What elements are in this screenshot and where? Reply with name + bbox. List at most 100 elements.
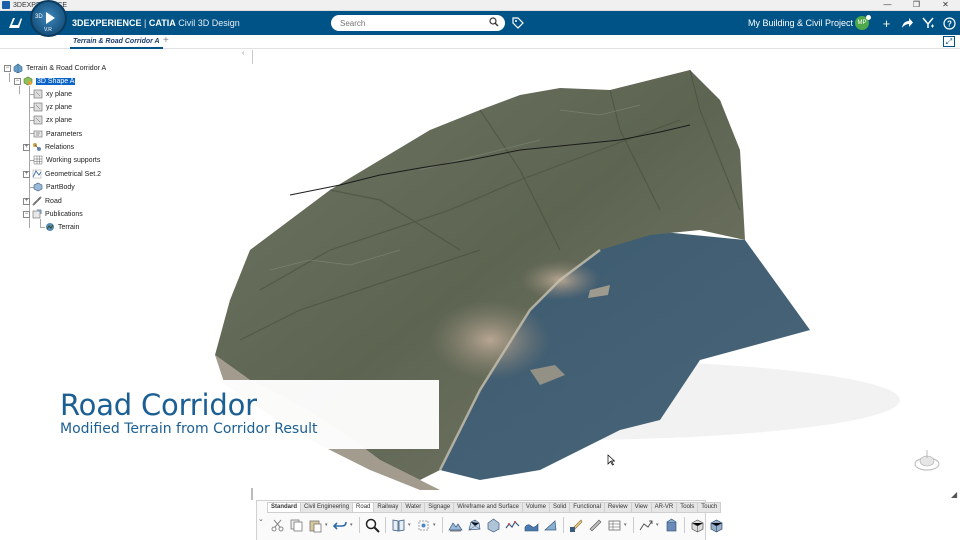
expand-toggle[interactable]: + [23, 170, 30, 178]
copy-icon[interactable] [287, 516, 305, 534]
terrain-icon [46, 223, 54, 231]
urban-area [430, 300, 550, 380]
minimize-button[interactable]: — [873, 0, 902, 10]
3d-shape-icon [23, 76, 33, 86]
compass-widget[interactable]: 3D V.R [30, 0, 67, 37]
tree-panel-divider[interactable] [252, 50, 253, 64]
tab-volume[interactable]: Volume [523, 503, 550, 512]
tree-node-partbody[interactable]: PartBody [33, 181, 75, 193]
play-icon [46, 12, 55, 24]
caption-title: Road Corridor [60, 388, 257, 422]
ruler-tool-icon[interactable] [586, 516, 604, 534]
tab-touch[interactable]: Touch [698, 503, 720, 512]
expand-toggle[interactable]: + [23, 143, 30, 151]
zoom-icon[interactable] [363, 516, 381, 534]
plus-icon[interactable]: + [876, 15, 897, 31]
action-bar-tabs: Standard Civil Engineering Road Railway … [267, 502, 722, 513]
tab-railway[interactable]: Railway [374, 503, 403, 512]
undo-icon[interactable] [331, 516, 349, 534]
app-title: 3DEXPERIENCE | CATIA Civil 3D Design [72, 18, 240, 28]
window-controls: — ❐ ✕ [873, 0, 960, 10]
terrain-tool-icon[interactable] [446, 516, 464, 534]
search-box[interactable] [331, 15, 505, 31]
surface-tool-icon[interactable] [484, 516, 502, 534]
tab-wireframe-surface[interactable]: Wireframe and Surface [454, 503, 523, 512]
collapse-tree-button[interactable]: ‹ [242, 50, 244, 57]
tree-node-working-supports[interactable]: Working supports [33, 154, 100, 166]
caption-overlay: Road Corridor Modified Terrain from Corr… [0, 380, 439, 449]
collapse-toggle[interactable]: − [23, 210, 30, 218]
tab-review[interactable]: Review [605, 503, 632, 512]
caption-subtitle: Modified Terrain from Corridor Result [60, 421, 318, 437]
measure-tool-icon[interactable] [567, 516, 585, 534]
tree-node-terrain[interactable]: Terrain [45, 221, 79, 233]
tab-civil-engineering[interactable]: Civil Engineering [301, 503, 354, 512]
tab-functional[interactable]: Functional [570, 503, 605, 512]
tab-ar-vr[interactable]: AR-VR [652, 503, 678, 512]
tab-bar: Terrain & Road Corridor A + [0, 35, 960, 49]
tab-solid[interactable]: Solid [550, 503, 571, 512]
close-button[interactable]: ✕ [931, 0, 960, 10]
relations-icon [33, 143, 41, 151]
cut-icon[interactable] [268, 516, 286, 534]
search-icon[interactable] [489, 17, 499, 27]
project-selector[interactable]: My Building & Civil Project ⌄ [748, 18, 863, 29]
ds-logo-icon[interactable] [0, 11, 30, 35]
grid-icon [33, 155, 43, 165]
tree-node-publications[interactable]: − Publications [23, 208, 83, 220]
3d-box-tool-icon[interactable] [707, 516, 725, 534]
geometrical-set-icon [32, 169, 42, 179]
expand-toggle[interactable]: + [23, 197, 30, 205]
tree-node-parameters[interactable]: Parameters [33, 128, 82, 140]
water-tool-icon[interactable] [522, 516, 540, 534]
partbody-icon [33, 182, 43, 192]
tree-node-yz-plane[interactable]: yz plane [33, 101, 72, 113]
mesh-tool-icon[interactable] [465, 516, 483, 534]
tab-signage[interactable]: Signage [425, 503, 455, 512]
top-action-icons: + ? [876, 15, 960, 31]
search-input[interactable] [340, 18, 480, 28]
restore-button[interactable]: ❐ [902, 0, 931, 10]
action-bar-tools: ▾ ▾ ▾ ▾ ▾ ▾ [268, 515, 726, 535]
tree-node-root[interactable]: − Terrain & Road Corridor A [4, 62, 106, 74]
tree-node-xy-plane[interactable]: xy plane [33, 88, 72, 100]
snap-icon[interactable] [414, 516, 432, 534]
building-tool-icon[interactable] [662, 516, 680, 534]
add-tab-button[interactable]: + [163, 35, 169, 47]
book-icon[interactable] [389, 516, 407, 534]
tab-road[interactable]: Road [353, 503, 375, 512]
tree-node-relations[interactable]: + Relations [23, 141, 74, 153]
tab-standard[interactable]: Standard [268, 503, 302, 512]
app-icon [2, 1, 10, 9]
action-bar-grip[interactable] [251, 488, 253, 500]
status-dot [866, 15, 871, 20]
tree-node-road[interactable]: + Road [23, 195, 62, 207]
tab-tools[interactable]: Tools [677, 503, 699, 512]
tree-node-geometrical-set[interactable]: + Geometrical Set.2 [23, 168, 101, 180]
analysis-tool-icon[interactable] [637, 516, 655, 534]
tools-icon[interactable] [918, 15, 939, 31]
plane-icon [33, 89, 43, 99]
expand-icon[interactable]: ⤢ [943, 36, 955, 47]
product-icon [13, 63, 23, 73]
render-tool-icon[interactable] [688, 516, 706, 534]
tree-node-zx-plane[interactable]: zx plane [33, 114, 72, 126]
expand-corner-icon[interactable]: ◢ [951, 490, 957, 499]
profile-tool-icon[interactable] [503, 516, 521, 534]
slope-tool-icon[interactable] [541, 516, 559, 534]
tab-water[interactable]: Water [402, 503, 426, 512]
parameters-icon [33, 130, 43, 138]
paste-icon[interactable] [306, 516, 324, 534]
help-icon[interactable]: ? [939, 15, 960, 31]
robot-compass-icon[interactable] [912, 448, 942, 474]
tab-view[interactable]: View [632, 503, 652, 512]
action-bar: Standard Civil Engineering Road Railway … [256, 500, 722, 540]
tab-terrain-road-corridor[interactable]: Terrain & Road Corridor A [70, 35, 163, 49]
action-bar-toggle[interactable]: ⌄ [258, 515, 264, 523]
collapse-toggle[interactable]: − [14, 77, 21, 85]
table-tool-icon[interactable] [605, 516, 623, 534]
collapse-toggle[interactable]: − [4, 64, 11, 72]
tree-node-3d-shape[interactable]: − 3D Shape A [14, 75, 76, 87]
share-icon[interactable] [897, 15, 918, 31]
tag-icon[interactable] [511, 16, 525, 30]
